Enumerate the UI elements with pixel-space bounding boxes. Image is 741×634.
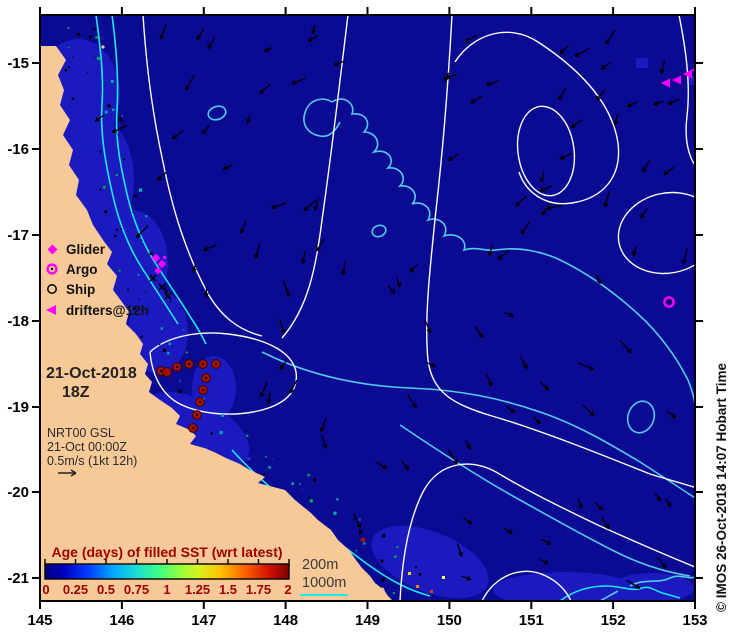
x-axis-labels: 145 146 147 148 149 150 151 152 153	[27, 612, 707, 629]
colorbar-tick-05: 0.5	[97, 582, 115, 597]
y-axis-labels: -15 -16 -17 -18 -19 -20 -21	[7, 55, 29, 587]
x-tick-146: 146	[109, 612, 134, 629]
isolated-ship-marker	[361, 538, 366, 543]
legend-label-drifters: drifters@12h	[66, 303, 149, 318]
colorbar-title: Age (days) of filled SST (wrt latest)	[51, 544, 282, 560]
credit-text: © IMOS 26-Oct-2018 14:07 Hobart Time	[714, 362, 729, 612]
colorbar-tick-2: 2	[284, 582, 291, 597]
y-tick-16: -16	[7, 141, 29, 158]
x-tick-148: 148	[273, 612, 298, 629]
x-tick-153: 153	[682, 612, 707, 629]
date-line1: 21-Oct-2018	[46, 365, 137, 382]
y-tick-21: -21	[7, 570, 29, 587]
date-line2: 18Z	[62, 384, 90, 401]
x-tick-149: 149	[355, 612, 380, 629]
y-tick-15: -15	[7, 55, 29, 72]
x-tick-145: 145	[27, 612, 52, 629]
x-tick-150: 150	[437, 612, 462, 629]
colorbar-tick-1: 1	[163, 582, 170, 597]
bathy-1000m-label: 1000m	[302, 575, 346, 591]
colorbar-tick-075: 0.75	[124, 582, 149, 597]
nrt-line2: 21-Oct 00:00Z	[47, 440, 127, 454]
colorbar-tick-labels: 0 0.25 0.5 0.75 1 1.25 1.5 1.75 2	[42, 582, 291, 597]
legend-label-argo: Argo	[66, 262, 98, 277]
y-tick-17: -17	[7, 227, 29, 244]
colorbar: Age (days) of filled SST (wrt latest) 0 …	[42, 544, 291, 597]
legend-label-ship: Ship	[66, 282, 95, 297]
y-tick-20: -20	[7, 484, 29, 501]
x-tick-152: 152	[601, 612, 626, 629]
bathy-200m-label: 200m	[302, 557, 338, 573]
x-tick-151: 151	[519, 612, 544, 629]
colorbar-tick-175: 1.75	[246, 582, 271, 597]
colorbar-tick-15: 1.5	[219, 582, 237, 597]
map-image: Glider Argo Ship drifters@12h 21-Oct-201…	[0, 0, 741, 634]
nrt-line3: 0.5m/s (1kt 12h)	[47, 454, 137, 468]
x-tick-147: 147	[191, 612, 216, 629]
colorbar-tick-125: 1.25	[185, 582, 210, 597]
y-tick-19: -19	[7, 399, 29, 416]
y-tick-18: -18	[7, 313, 29, 330]
colorbar-tick-025: 0.25	[63, 582, 88, 597]
colorbar-tick-0: 0	[42, 582, 49, 597]
nrt-line1: NRT00 GSL	[47, 426, 115, 440]
colorbar-gradient	[45, 564, 289, 579]
imos-sst-map-window: Glider Argo Ship drifters@12h 21-Oct-201…	[0, 0, 741, 634]
legend-label-glider: Glider	[66, 242, 106, 257]
